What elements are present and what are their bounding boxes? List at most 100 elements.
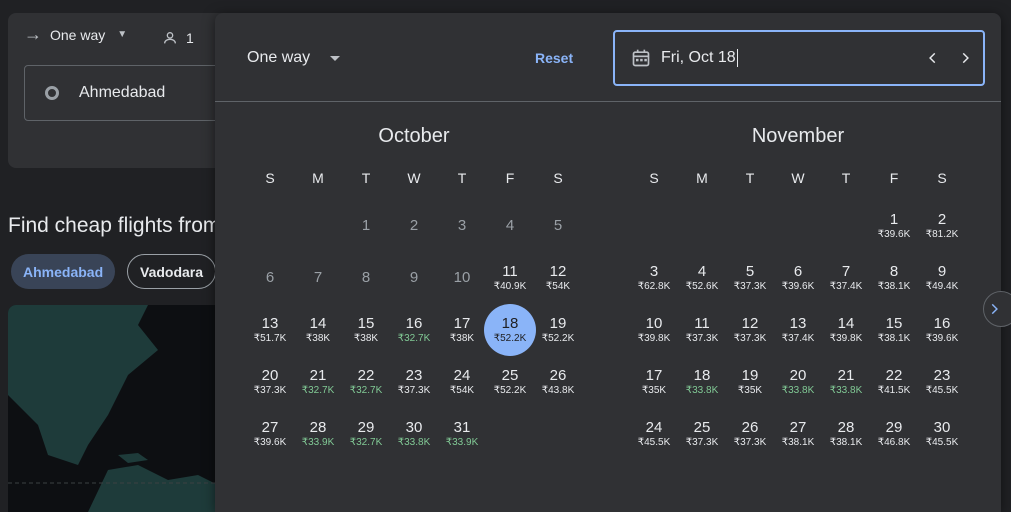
day-cell[interactable]: 11 ₹37.3K <box>678 304 726 356</box>
bg-passenger-select[interactable]: 1 <box>162 30 194 46</box>
day-cell[interactable]: 10 ₹39.8K <box>630 304 678 356</box>
day-cell[interactable]: 17 ₹35K <box>630 356 678 408</box>
previous-date-button[interactable] <box>919 44 947 72</box>
day-cell[interactable]: 13 ₹51.7K <box>246 304 294 356</box>
day-cell[interactable]: 23 ₹37.3K <box>390 356 438 408</box>
day-grid: 1 ₹39.6K 2 ₹81.2K 3 ₹62.8K 4 ₹52.6K 5 ₹37.3K 6 ₹39.… <box>630 200 966 460</box>
month-november: November SMTWTFS 1 ₹39.6K 2 ₹81.2K 3 ₹62.8K 4 ₹… <box>630 125 966 460</box>
day-cell[interactable]: 28 ₹33.9K <box>294 408 342 460</box>
day-number: 18 <box>501 314 519 332</box>
day-cell[interactable]: 18 ₹33.8K <box>678 356 726 408</box>
day-cell[interactable]: 25 ₹52.2K <box>486 356 534 408</box>
day-cell[interactable]: 30 ₹45.5K <box>918 408 966 460</box>
day-cell[interactable]: 9 ₹49.4K <box>918 252 966 304</box>
day-number: 29 <box>885 418 903 436</box>
day-cell[interactable]: 22 ₹41.5K <box>870 356 918 408</box>
trip-type-select[interactable]: One way <box>247 49 341 67</box>
day-cell[interactable]: 11 ₹40.9K <box>486 252 534 304</box>
next-month-button[interactable] <box>983 291 1011 327</box>
day-cell[interactable]: 15 ₹38.1K <box>870 304 918 356</box>
day-cell[interactable]: 12 ₹37.3K <box>726 304 774 356</box>
day-cell-selected[interactable]: 18 ₹52.2K <box>484 304 536 356</box>
day-cell[interactable]: 16 ₹32.7K <box>390 304 438 356</box>
day-cell[interactable]: 28 ₹38.1K <box>822 408 870 460</box>
day-cell[interactable]: 13 ₹37.4K <box>774 304 822 356</box>
day-cell[interactable]: 17 ₹38K <box>438 304 486 356</box>
day-cell[interactable]: 31 ₹33.9K <box>438 408 486 460</box>
day-price: ₹52.6K <box>685 280 719 292</box>
day-price: ₹37.3K <box>397 384 431 396</box>
explore-map[interactable] <box>8 305 228 512</box>
day-cell: 4 <box>486 200 534 252</box>
day-cell[interactable]: 8 ₹38.1K <box>870 252 918 304</box>
day-cell[interactable]: 12 ₹54K <box>534 252 582 304</box>
day-price: ₹37.3K <box>733 436 767 448</box>
day-price: ₹52.2K <box>541 332 575 344</box>
day-price: ₹54K <box>449 384 475 396</box>
departure-date-field[interactable]: Fri, Oct 18 <box>613 30 985 86</box>
day-cell[interactable]: 7 ₹37.4K <box>822 252 870 304</box>
chip-vadodara[interactable]: Vadodara <box>127 254 217 289</box>
day-price: ₹39.6K <box>253 436 287 448</box>
day-cell[interactable]: 21 ₹33.8K <box>822 356 870 408</box>
day-cell[interactable]: 19 ₹35K <box>726 356 774 408</box>
day-cell[interactable]: 30 ₹33.8K <box>390 408 438 460</box>
day-cell[interactable]: 27 ₹39.6K <box>246 408 294 460</box>
weekday-label: M <box>696 170 708 186</box>
day-price: ₹62.8K <box>637 280 671 292</box>
arrow-right-icon: → <box>24 24 42 44</box>
weekday-label: S <box>553 170 563 186</box>
calendar-icon <box>632 49 650 67</box>
day-price: ₹45.5K <box>925 436 959 448</box>
day-cell[interactable]: 29 ₹46.8K <box>870 408 918 460</box>
day-number: 17 <box>645 366 663 384</box>
day-number: 26 <box>741 418 759 436</box>
day-price: ₹49.4K <box>925 280 959 292</box>
day-price: ₹32.7K <box>397 332 431 344</box>
day-price: ₹51.7K <box>253 332 287 344</box>
day-number: 7 <box>841 262 851 280</box>
day-cell[interactable]: 22 ₹32.7K <box>342 356 390 408</box>
day-cell[interactable]: 24 ₹54K <box>438 356 486 408</box>
day-cell[interactable]: 25 ₹37.3K <box>678 408 726 460</box>
day-price: ₹38K <box>305 332 331 344</box>
day-number: 6 <box>793 262 803 280</box>
day-cell[interactable]: 3 ₹62.8K <box>630 252 678 304</box>
day-cell[interactable]: 16 ₹39.6K <box>918 304 966 356</box>
day-cell[interactable]: 26 ₹37.3K <box>726 408 774 460</box>
day-price: ₹37.3K <box>253 384 287 396</box>
day-cell[interactable]: 15 ₹38K <box>342 304 390 356</box>
day-price: ₹38K <box>353 332 379 344</box>
day-cell[interactable]: 29 ₹32.7K <box>342 408 390 460</box>
origin-field[interactable]: Ahmedabad <box>24 65 234 121</box>
day-number: 13 <box>789 314 807 332</box>
day-cell[interactable]: 14 ₹38K <box>294 304 342 356</box>
day-cell[interactable]: 20 ₹33.8K <box>774 356 822 408</box>
reset-button[interactable]: Reset <box>535 50 573 66</box>
day-cell[interactable]: 19 ₹52.2K <box>534 304 582 356</box>
day-cell[interactable]: 5 ₹37.3K <box>726 252 774 304</box>
next-date-button[interactable] <box>951 44 979 72</box>
day-cell[interactable]: 27 ₹38.1K <box>774 408 822 460</box>
empty-cell <box>678 200 726 252</box>
day-number: 27 <box>261 418 279 436</box>
day-cell[interactable]: 26 ₹43.8K <box>534 356 582 408</box>
chip-ahmedabad[interactable]: Ahmedabad <box>11 254 116 289</box>
day-cell[interactable]: 24 ₹45.5K <box>630 408 678 460</box>
day-price: ₹52.2K <box>493 332 527 344</box>
day-cell[interactable]: 4 ₹52.6K <box>678 252 726 304</box>
day-cell[interactable]: 2 ₹81.2K <box>918 200 966 252</box>
day-cell[interactable]: 1 ₹39.6K <box>870 200 918 252</box>
day-cell[interactable]: 23 ₹45.5K <box>918 356 966 408</box>
day-cell: 5 <box>534 200 582 252</box>
empty-cell <box>726 200 774 252</box>
day-cell[interactable]: 20 ₹37.3K <box>246 356 294 408</box>
bg-trip-type-select[interactable]: → One way ▼ <box>24 24 127 45</box>
day-cell[interactable]: 14 ₹39.8K <box>822 304 870 356</box>
day-number: 24 <box>453 366 471 384</box>
empty-cell <box>630 200 678 252</box>
day-cell[interactable]: 6 ₹39.6K <box>774 252 822 304</box>
day-cell[interactable]: 21 ₹32.7K <box>294 356 342 408</box>
map-landmass-graphic <box>8 305 228 512</box>
day-cell: 3 <box>438 200 486 252</box>
